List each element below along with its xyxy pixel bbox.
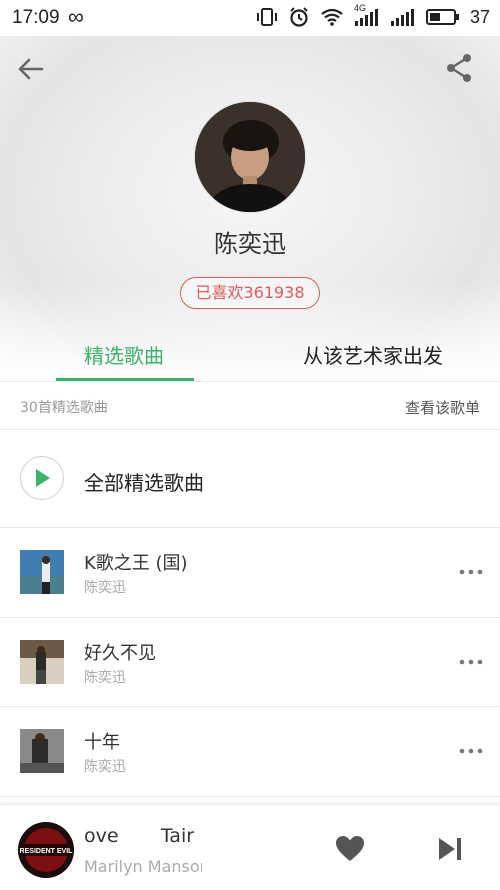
arrow-left-icon[interactable] (16, 54, 46, 84)
tab-bar: 精选歌曲 从该艺术家出发 (0, 330, 500, 382)
liked-count-button[interactable]: 已喜欢361938 (180, 277, 320, 309)
infinity-icon: ∞ (68, 4, 84, 29)
song-count-label: 30首精选歌曲 (20, 400, 108, 416)
signal-icon-2 (390, 9, 414, 26)
disc-logo-text: RESIDENT EVIL (20, 848, 74, 855)
signal-icon (354, 9, 378, 26)
artist-name: 陈奕迅 (214, 230, 286, 258)
more-options-icon[interactable] (456, 562, 486, 582)
tab-featured-songs[interactable]: 精选歌曲 (84, 340, 164, 369)
divider (0, 381, 500, 382)
album-disc-image: RESIDENT EVIL (18, 822, 74, 878)
now-playing-title: ove Tair (84, 825, 195, 847)
play-all-button[interactable] (20, 456, 64, 500)
wifi-icon (321, 8, 343, 26)
alarm-icon (290, 7, 308, 27)
song-row[interactable]: K歌之王 (国) 陈奕迅 (0, 528, 500, 617)
heart-icon[interactable] (334, 833, 366, 865)
song-title: 十年 (84, 732, 120, 753)
song-title: 好久不见 (84, 643, 156, 664)
play-all-label: 全部精选歌曲 (84, 471, 204, 495)
song-title: K歌之王 (国) (84, 553, 188, 574)
artist-photo (195, 102, 305, 212)
play-all-row[interactable]: 全部精选歌曲 (0, 430, 500, 527)
song-row[interactable]: 好久不见 陈奕迅 (0, 618, 500, 707)
more-options-icon[interactable] (456, 652, 486, 672)
share-icon[interactable] (444, 52, 474, 84)
album-cover (20, 729, 64, 773)
more-options-icon[interactable] (456, 741, 486, 761)
song-artist: 陈奕迅 (84, 580, 126, 596)
now-playing-artist: Marilyn Manson (84, 857, 202, 876)
status-time: 17:09 (12, 7, 60, 28)
album-cover-image (20, 550, 64, 594)
album-cover (20, 640, 64, 684)
play-icon (36, 469, 50, 487)
song-artist: 陈奕迅 (84, 670, 126, 686)
now-playing-album-art[interactable]: RESIDENT EVIL (18, 822, 74, 878)
divider (0, 796, 500, 797)
battery-icon (425, 9, 459, 25)
song-row[interactable]: 十年 陈奕迅 (0, 707, 500, 796)
vibrate-icon (256, 8, 277, 26)
view-playlist-link[interactable]: 查看该歌单 (405, 397, 480, 418)
album-cover (20, 550, 64, 594)
network-indicator: 4G (354, 3, 380, 27)
battery-percent: 37 (469, 6, 490, 27)
album-cover-image (20, 729, 64, 773)
song-artist: 陈奕迅 (84, 759, 126, 775)
tab-start-from-artist[interactable]: 从该艺术家出发 (303, 340, 443, 369)
status-icons: 4G 37 (256, 3, 490, 28)
now-playing-bar[interactable]: RESIDENT EVIL ove Tair Marilyn Manson (0, 804, 500, 890)
list-subheader: 30首精选歌曲 查看该歌单 (0, 383, 500, 429)
artist-avatar (195, 102, 305, 212)
status-bar: 17:09 ∞ 4G 37 (0, 0, 500, 36)
skip-next-icon[interactable] (436, 835, 464, 863)
album-cover-image (20, 640, 64, 684)
